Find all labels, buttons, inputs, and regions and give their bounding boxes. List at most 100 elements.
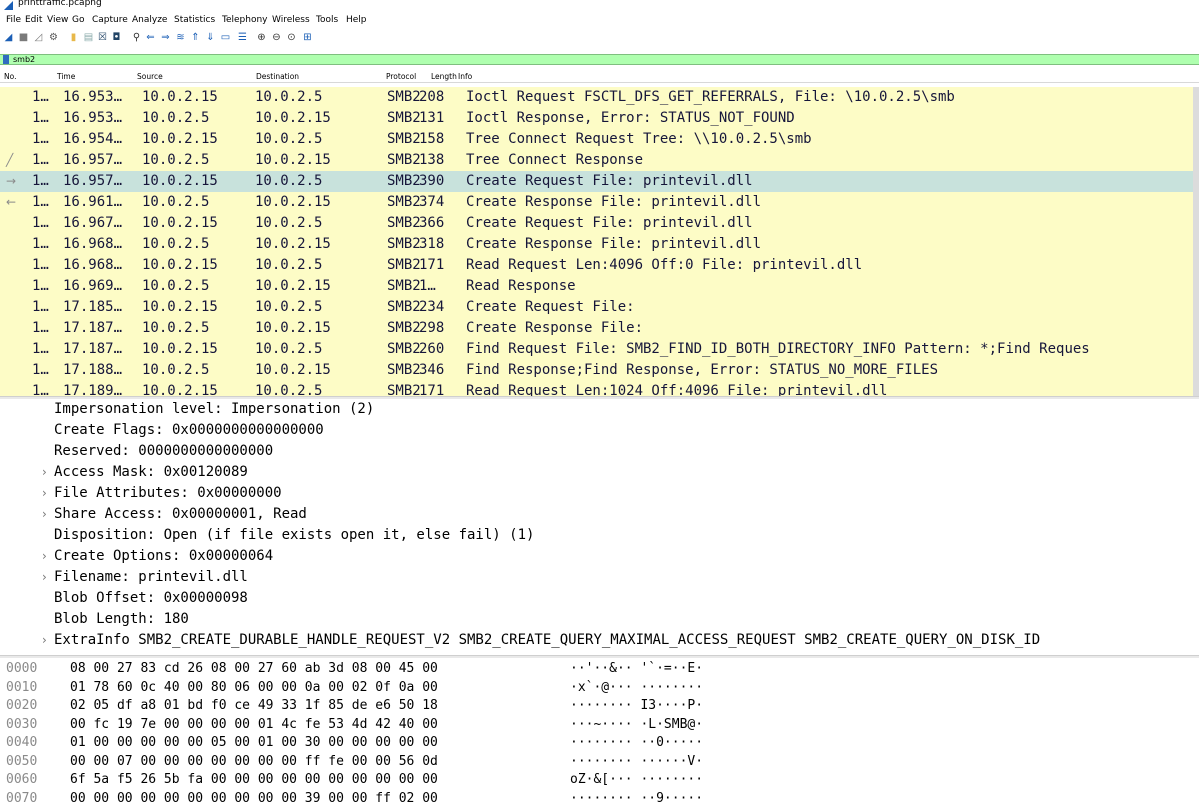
zoom-normal-icon[interactable]: ⊙ — [286, 32, 297, 43]
hex-row[interactable]: 0010 01 78 60 0c 40 00 80 06 00 00 0a 00 … — [0, 679, 1199, 697]
col-destination[interactable]: Destination — [256, 70, 299, 83]
menu-view[interactable]: View — [47, 12, 68, 28]
detail-field[interactable]: Create Flags: 0x0000000000000000 — [54, 420, 324, 441]
packet-row[interactable]: 1… 16.961… 10.0.2.5 10.0.2.15 SMB2 374 Create … — [0, 192, 1199, 213]
col-no[interactable]: No. — [4, 70, 16, 83]
expand-arrow-icon[interactable]: › — [42, 483, 47, 504]
detail-field[interactable]: Share Access: 0x00000001, Read — [54, 504, 307, 525]
menu-edit[interactable]: Edit — [25, 12, 42, 28]
open-file-icon[interactable]: ▮ — [68, 32, 79, 43]
packet-source: 10.0.2.15 — [142, 383, 218, 396]
find-packet-icon[interactable]: ⚲ — [131, 32, 142, 43]
packet-time: 17.185… — [63, 299, 123, 315]
packet-row[interactable]: 1… 16.953… 10.0.2.5 10.0.2.15 SMB2 131 Ioctl R… — [0, 108, 1199, 129]
detail-field[interactable]: Blob Length: 180 — [54, 609, 189, 630]
restart-icon[interactable]: ◿ — [33, 32, 44, 43]
bookmark-icon[interactable] — [3, 55, 9, 64]
packet-row[interactable]: 1… 16.954… 10.0.2.15 10.0.2.5 SMB2 158 Tree Co… — [0, 129, 1199, 150]
menu-go[interactable]: Go — [72, 12, 84, 28]
save-file-icon[interactable]: ▤ — [83, 32, 94, 43]
col-source[interactable]: Source — [137, 70, 163, 83]
packet-row[interactable]: 1… 16.968… 10.0.2.5 10.0.2.15 SMB2 318 Create … — [0, 234, 1199, 255]
detail-field[interactable]: Impersonation level: Impersonation (2) — [54, 399, 374, 420]
packet-info: Create Response File: printevil.dll — [466, 194, 762, 210]
stop-icon[interactable]: ■ — [18, 32, 29, 43]
packet-row[interactable]: 1… 16.957… 10.0.2.15 10.0.2.5 SMB2 390 Create … — [0, 171, 1199, 192]
hex-bytes: 02 05 df a8 01 bd f0 ce 49 33 1f 85 de e… — [70, 698, 438, 713]
packet-info: Create Request File: printevil.dll — [466, 215, 753, 231]
packet-row[interactable]: 1… 16.969… 10.0.2.5 10.0.2.15 SMB2 1… Read Res… — [0, 276, 1199, 297]
menu-capture[interactable]: Capture — [92, 12, 128, 28]
go-to-packet-icon[interactable]: ≋ — [175, 32, 186, 43]
ascii-bytes: ·x`·@··· ········ — [570, 679, 704, 695]
go-last-icon[interactable]: ⇓ — [205, 32, 216, 43]
detail-field[interactable]: Create Options: 0x00000064 — [54, 546, 273, 567]
packet-row[interactable]: 1… 16.967… 10.0.2.15 10.0.2.5 SMB2 366 Create … — [0, 213, 1199, 234]
hex-row[interactable]: 0050 00 00 07 00 00 00 00 00 00 00 ff fe … — [0, 753, 1199, 771]
menu-file[interactable]: File — [6, 12, 21, 28]
go-back-icon[interactable]: ⇐ — [145, 32, 156, 43]
wireshark-logo-icon — [4, 1, 13, 10]
zoom-out-icon[interactable]: ⊖ — [271, 32, 282, 43]
hex-row[interactable]: 0040 01 00 00 00 00 00 05 00 01 00 30 00 … — [0, 734, 1199, 752]
expand-arrow-icon[interactable]: › — [42, 504, 47, 525]
packet-number: 1… — [32, 383, 49, 396]
expand-arrow-icon[interactable]: › — [42, 567, 47, 588]
detail-field[interactable]: Filename: printevil.dll — [54, 567, 248, 588]
packet-time: 16.953… — [63, 89, 123, 105]
colorize-icon[interactable]: ☰ — [237, 32, 248, 43]
hex-offset: 0060 — [6, 772, 38, 787]
menu-wireless[interactable]: Wireless — [272, 12, 310, 28]
hex-row[interactable]: 0000 08 00 27 83 cd 26 08 00 27 60 ab 3d … — [0, 660, 1199, 678]
menu-telephony[interactable]: Telephony — [222, 12, 268, 28]
packet-row[interactable]: 1… 17.187… 10.0.2.5 10.0.2.15 SMB2 298 Create … — [0, 318, 1199, 339]
options-gear-icon[interactable]: ⚙ — [48, 32, 59, 43]
menu-tools[interactable]: Tools — [316, 12, 338, 28]
detail-field[interactable]: File Attributes: 0x00000000 — [54, 483, 282, 504]
detail-field[interactable]: ExtraInfo SMB2_CREATE_DURABLE_HANDLE_REQ… — [54, 630, 1040, 651]
hex-row[interactable]: 0030 00 fc 19 7e 00 00 00 00 01 4c fe 53 … — [0, 716, 1199, 734]
packet-destination: 10.0.2.15 — [255, 320, 331, 336]
expand-arrow-icon[interactable]: › — [42, 630, 47, 651]
packet-row[interactable]: 1… 16.968… 10.0.2.15 10.0.2.5 SMB2 171 Read Re… — [0, 255, 1199, 276]
packet-list-scrollbar[interactable] — [1193, 87, 1199, 396]
shark-fin-start-icon[interactable]: ◢ — [3, 32, 14, 43]
packet-info: Create Request File: printevil.dll — [466, 173, 753, 189]
hex-row[interactable]: 0060 6f 5a f5 26 5b fa 00 00 00 00 00 00 … — [0, 771, 1199, 789]
packet-row[interactable]: 1… 17.188… 10.0.2.5 10.0.2.15 SMB2 346 Find Re… — [0, 360, 1199, 381]
hex-offset: 0020 — [6, 698, 38, 713]
packet-row[interactable]: 1… 16.953… 10.0.2.15 10.0.2.5 SMB2 208 Ioctl R… — [0, 87, 1199, 108]
packet-info: Tree Connect Response — [466, 152, 644, 168]
col-info[interactable]: Info — [458, 70, 472, 83]
detail-field[interactable]: Reserved: 0000000000000000 — [54, 441, 273, 462]
expand-arrow-icon[interactable]: › — [42, 546, 47, 567]
close-file-icon[interactable]: ☒ — [97, 32, 108, 43]
zoom-in-icon[interactable]: ⊕ — [256, 32, 267, 43]
hex-row[interactable]: 0020 02 05 df a8 01 bd f0 ce 49 33 1f 85 … — [0, 697, 1199, 715]
menu-statistics[interactable]: Statistics — [174, 12, 215, 28]
packet-row[interactable]: 1… 17.185… 10.0.2.15 10.0.2.5 SMB2 234 Create … — [0, 297, 1199, 318]
go-forward-icon[interactable]: ⇒ — [160, 32, 171, 43]
menu-analyze[interactable]: Analyze — [132, 12, 167, 28]
detail-field[interactable]: Access Mask: 0x00120089 — [54, 462, 248, 483]
packet-row[interactable]: 1… 17.189… 10.0.2.15 10.0.2.5 SMB2 171 Read Re… — [0, 381, 1199, 396]
packet-source: 10.0.2.5 — [142, 362, 210, 378]
display-filter-bar — [0, 54, 1199, 65]
reload-icon[interactable]: ◘ — [111, 32, 122, 43]
resize-columns-icon[interactable]: ⊞ — [302, 32, 313, 43]
go-first-icon[interactable]: ⇑ — [190, 32, 201, 43]
hex-row[interactable]: 0070 00 00 00 00 00 00 00 00 00 00 39 00 … — [0, 790, 1199, 806]
packet-row[interactable]: 1… 16.957… 10.0.2.5 10.0.2.15 SMB2 138 Tree Co… — [0, 150, 1199, 171]
display-filter-input[interactable] — [13, 54, 1193, 65]
ascii-bytes: oZ·&[··· ········ — [570, 772, 704, 787]
detail-field[interactable]: Disposition: Open (if file exists open i… — [54, 525, 534, 546]
auto-scroll-icon[interactable]: ▭ — [220, 32, 231, 43]
col-time[interactable]: Time — [57, 70, 75, 83]
packet-row[interactable]: 1… 17.187… 10.0.2.15 10.0.2.5 SMB2 260 Find Re… — [0, 339, 1199, 360]
col-length[interactable]: Length — [431, 70, 457, 83]
packet-destination: 10.0.2.5 — [255, 383, 323, 396]
expand-arrow-icon[interactable]: › — [42, 462, 47, 483]
detail-field[interactable]: Blob Offset: 0x00000098 — [54, 588, 248, 609]
col-protocol[interactable]: Protocol — [386, 70, 416, 83]
menu-help[interactable]: Help — [346, 12, 367, 28]
